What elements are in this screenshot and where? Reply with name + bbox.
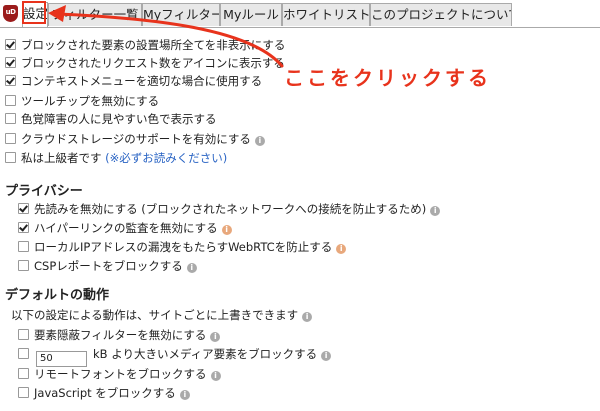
checkbox[interactable] (18, 329, 29, 340)
setting-label: ブロックされたリクエスト数をアイコンに表示する (21, 56, 285, 70)
setting-cloud-storage[interactable]: クラウドストレージのサポートを有効にする i (5, 130, 265, 148)
setting-hide-placeholders[interactable]: ブロックされた要素の設置場所全てを非表示にする (5, 36, 285, 54)
checkbox[interactable] (5, 39, 16, 50)
info-icon[interactable]: i (336, 244, 347, 254)
setting-disable-tooltips[interactable]: ツールチップを無効にする (5, 92, 159, 110)
section-heading-default-behavior: デフォルトの動作 (5, 288, 110, 303)
setting-label: 先読みを無効にする (ブロックされたネットワークへの接続を防止するため) (34, 202, 427, 216)
tab-settings[interactable]: 設定 (22, 2, 48, 27)
setting-label: 要素隠蔽フィルターを無効にする (34, 328, 207, 342)
setting-context-menu[interactable]: コンテキストメニューを適切な場合に使用する (5, 72, 262, 90)
info-icon[interactable]: i (221, 225, 232, 235)
info-icon[interactable]: i (254, 136, 265, 146)
checkbox[interactable] (18, 222, 29, 233)
tab-bar: uD 設定 フィルター一覧 Myフィルター Myルール ホワイトリスト このプロ… (0, 0, 600, 28)
section-note: 以下の設定による動作は、サイトごとに上書きできます i (11, 307, 313, 323)
checkbox[interactable] (18, 260, 29, 271)
setting-disable-hyperlink-audit[interactable]: ハイパーリンクの監査を無効にする i (18, 219, 232, 237)
info-icon[interactable]: i (321, 351, 332, 361)
checkbox[interactable] (18, 203, 29, 214)
tab-my-rules[interactable]: Myルール (220, 3, 282, 26)
setting-block-large-media[interactable]: 50 kB より大きいメディア要素をブロックする i (18, 345, 332, 367)
checkbox[interactable] (5, 75, 16, 86)
setting-webrtc-leak[interactable]: ローカルIPアドレスの漏洩をもたらすWebRTCを防止する i (18, 238, 347, 256)
checkbox[interactable] (18, 348, 29, 359)
section-heading-privacy: プライバシー (5, 184, 83, 199)
info-icon[interactable]: i (210, 371, 221, 381)
info-icon[interactable]: i (430, 206, 441, 216)
logo-text: uD (5, 8, 16, 16)
checkbox[interactable] (5, 95, 16, 106)
tab-whitelist[interactable]: ホワイトリスト (282, 3, 370, 26)
note-text: 以下の設定による動作は、サイトごとに上書きできます (11, 308, 299, 322)
setting-label: 私は上級者です (21, 151, 102, 165)
checkbox[interactable] (18, 387, 29, 398)
setting-badge-count[interactable]: ブロックされたリクエスト数をアイコンに表示する (5, 54, 285, 72)
setting-colorblind[interactable]: 色覚障害の人に見やすい色で表示する (5, 110, 217, 128)
read-first-link[interactable]: (※必ずお読みください) (105, 151, 227, 165)
checkbox[interactable] (18, 368, 29, 379)
setting-label: ツールチップを無効にする (21, 94, 160, 108)
setting-label: リモートフォントをブロックする (34, 367, 207, 381)
setting-disable-prefetch[interactable]: 先読みを無効にする (ブロックされたネットワークへの接続を防止するため) i (18, 200, 441, 218)
setting-disable-cosmetic-filtering[interactable]: 要素隠蔽フィルターを無効にする i (18, 326, 221, 344)
info-icon[interactable]: i (210, 332, 221, 342)
setting-label: クラウドストレージのサポートを有効にする (21, 132, 251, 146)
setting-label: CSPレポートをブロックする (34, 259, 183, 273)
tab-filter-list[interactable]: フィルター一覧 (48, 3, 142, 26)
setting-advanced-user[interactable]: 私は上級者です (※必ずお読みください) (5, 149, 227, 167)
setting-block-remote-fonts[interactable]: リモートフォントをブロックする i (18, 365, 221, 383)
setting-label: JavaScript をブロックする (34, 386, 176, 400)
info-icon[interactable]: i (179, 390, 190, 400)
tab-about[interactable]: このプロジェクトについて (370, 3, 512, 26)
annotation-text: ここをクリックする (284, 66, 491, 90)
setting-label: 色覚障害の人に見やすい色で表示する (21, 112, 217, 126)
checkbox[interactable] (5, 113, 16, 124)
setting-block-javascript[interactable]: JavaScript をブロックする i (18, 384, 190, 402)
setting-label: ハイパーリンクの監査を無効にする (34, 221, 218, 235)
checkbox[interactable] (5, 152, 16, 163)
checkbox[interactable] (5, 57, 16, 68)
setting-block-csp-reports[interactable]: CSPレポートをブロックする i (18, 257, 197, 275)
checkbox[interactable] (5, 133, 16, 144)
setting-label: ローカルIPアドレスの漏洩をもたらすWebRTCを防止する (34, 240, 333, 254)
info-icon[interactable]: i (186, 263, 197, 273)
checkbox[interactable] (18, 241, 29, 252)
setting-label: コンテキストメニューを適切な場合に使用する (21, 74, 263, 88)
ublock-logo-icon: uD (3, 5, 18, 22)
setting-label: ブロックされた要素の設置場所全てを非表示にする (21, 38, 286, 52)
info-icon[interactable]: i (302, 312, 313, 322)
setting-label: kB より大きいメディア要素をブロックする (93, 347, 318, 361)
tab-my-filters[interactable]: Myフィルター (142, 3, 220, 26)
